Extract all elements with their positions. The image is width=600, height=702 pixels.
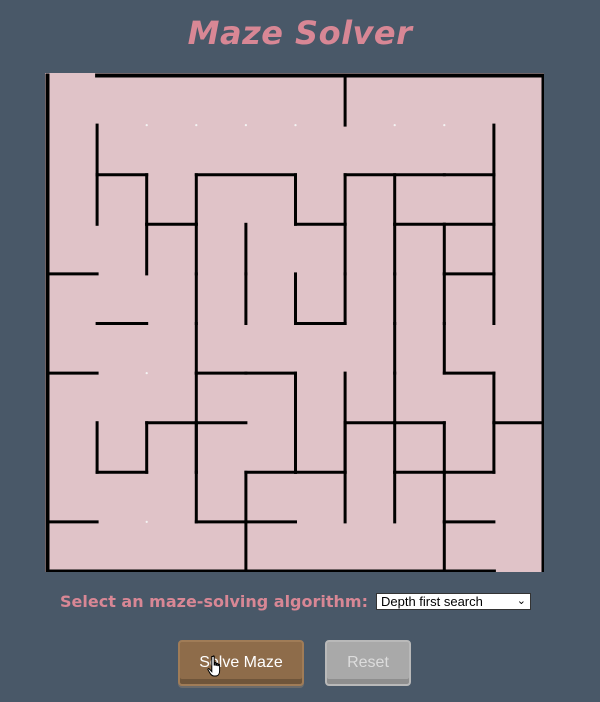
grid-dot	[145, 520, 148, 523]
grid-dot	[145, 124, 148, 127]
algorithm-select[interactable]: Depth first search ⌄	[375, 592, 531, 610]
grid-dot	[145, 372, 148, 375]
chevron-down-icon: ⌄	[516, 594, 526, 607]
maze-board	[45, 73, 544, 572]
algorithm-selected-value: Depth first search	[380, 593, 483, 609]
solve-maze-button[interactable]: Solve Maze	[178, 640, 304, 686]
grid-dot	[443, 124, 446, 127]
reset-button[interactable]: Reset	[325, 640, 411, 686]
algorithm-selector-row: Select an maze-solving algorithm: Depth …	[60, 590, 540, 612]
algorithm-label: Select an maze-solving algorithm:	[60, 591, 368, 611]
hand-pointer-icon	[207, 655, 221, 677]
grid-dot	[294, 124, 297, 127]
page-title: Maze Solver	[187, 14, 413, 52]
grid-dot	[393, 124, 396, 127]
grid-dot	[244, 124, 247, 127]
maze-grid	[45, 73, 544, 572]
grid-dot	[195, 124, 198, 127]
maze-solver-page: Maze Solver Select an maze-solving algor…	[0, 0, 600, 702]
reset-label: Reset	[347, 654, 389, 671]
